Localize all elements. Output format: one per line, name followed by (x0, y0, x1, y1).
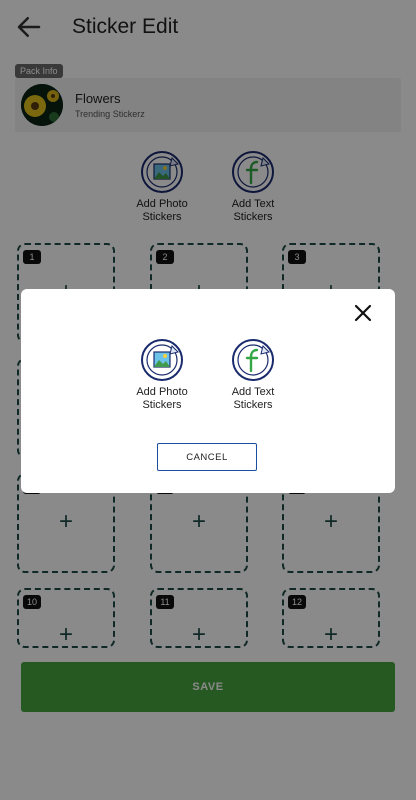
dialog-add-text-label-line2: Stickers (233, 399, 273, 411)
dialog-add-photo-label-line1: Add Photo (136, 386, 188, 398)
dialog-add-text-button[interactable]: Add Text Stickers (213, 338, 293, 412)
dialog-add-photo-label-line2: Stickers (142, 399, 182, 411)
cancel-button[interactable]: CANCEL (157, 443, 257, 471)
dialog-add-text-label-line1: Add Text (231, 386, 275, 398)
dialog-add-photo-button[interactable]: Add Photo Stickers (122, 338, 202, 412)
photo-sticker-icon (141, 339, 183, 381)
add-sticker-dialog: Add Photo Stickers Add Text Stickers CAN… (21, 289, 395, 493)
text-sticker-icon (232, 339, 274, 381)
close-icon[interactable] (351, 301, 375, 325)
